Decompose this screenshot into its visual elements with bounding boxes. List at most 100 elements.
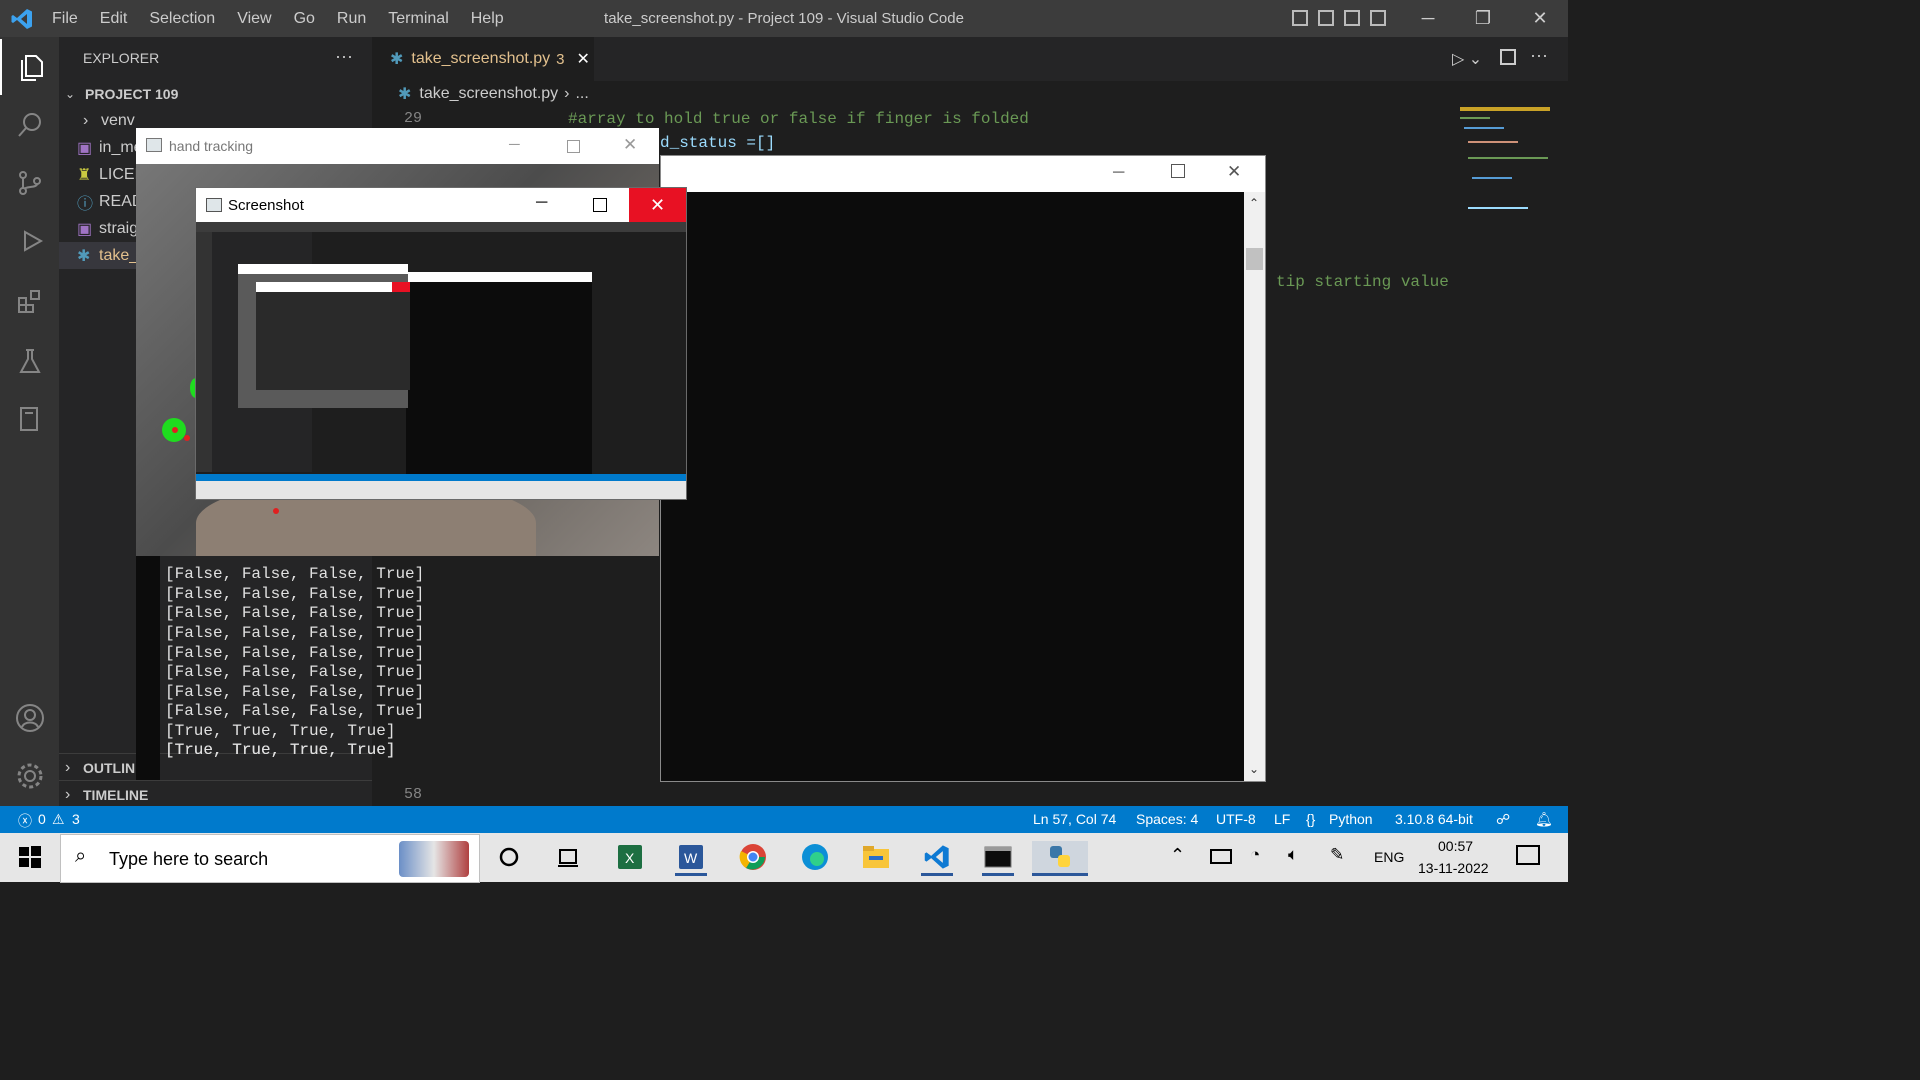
- menu-edit[interactable]: Edit: [100, 10, 128, 28]
- console-line: [False, False, False, True]: [165, 624, 425, 642]
- run-debug-icon[interactable]: [0, 213, 59, 269]
- project-folder[interactable]: ⌄ PROJECT 109: [59, 80, 372, 107]
- breadcrumb-more[interactable]: ...: [575, 85, 588, 103]
- explorer-icon[interactable]: [0, 39, 61, 95]
- problems-badge: 3: [556, 50, 565, 68]
- close-tab-icon[interactable]: ✕: [577, 49, 590, 69]
- info-icon: ⓘ: [77, 195, 94, 213]
- menu-help[interactable]: Help: [471, 10, 504, 28]
- python-taskbar-icon[interactable]: [1032, 841, 1088, 876]
- menu-terminal[interactable]: Terminal: [388, 10, 448, 28]
- hand-tracking-title: hand tracking: [169, 138, 254, 154]
- indentation[interactable]: Spaces: 4: [1136, 811, 1198, 827]
- toggle-secondary-sidebar-icon[interactable]: [1344, 10, 1360, 26]
- tree-item-label: straig: [99, 219, 139, 237]
- python-console-window[interactable]: ─ ✕ ⌃ ⌄: [660, 155, 1266, 782]
- file-explorer-icon[interactable]: [860, 841, 892, 873]
- show-hidden-icons[interactable]: ⌃: [1170, 845, 1185, 866]
- customize-layout-icon[interactable]: [1370, 10, 1386, 26]
- minimize-button[interactable]: ─: [1403, 0, 1453, 37]
- clock-date[interactable]: 13-11-2022: [1418, 860, 1489, 876]
- language-mode[interactable]: Python: [1329, 811, 1373, 827]
- cortana-icon[interactable]: [493, 841, 525, 873]
- console-output: [False, False, False, True] [False, Fals…: [160, 545, 580, 767]
- close-button[interactable]: ✕: [1515, 0, 1565, 37]
- minimize-button[interactable]: ─: [1113, 164, 1124, 182]
- maximize-button[interactable]: [593, 198, 607, 212]
- taskbar-search-box[interactable]: ⌕ Type here to search: [60, 834, 480, 883]
- tab-take-screenshot[interactable]: ✱ take_screenshot.py 3 ✕: [372, 37, 594, 81]
- maximize-button[interactable]: [567, 140, 580, 153]
- errors-icon[interactable]: ⓧ: [18, 811, 32, 831]
- volume-icon[interactable]: 🔈︎: [1288, 845, 1298, 865]
- task-view-icon[interactable]: [552, 841, 584, 873]
- close-button[interactable]: ✕: [623, 135, 637, 155]
- cursor-position[interactable]: Ln 57, Col 74: [1033, 811, 1116, 827]
- scroll-up-icon[interactable]: ⌃: [1249, 196, 1259, 210]
- manage-gear-icon[interactable]: [0, 748, 59, 804]
- menu-run[interactable]: Run: [337, 10, 366, 28]
- more-actions-icon[interactable]: ···: [335, 46, 353, 67]
- app-icon: [206, 198, 222, 212]
- vscode-taskbar-icon[interactable]: [921, 841, 953, 876]
- excel-icon[interactable]: X: [614, 841, 646, 873]
- chevron-right-icon: ›: [65, 758, 71, 776]
- windows-start-icon[interactable]: [14, 841, 46, 873]
- source-control-icon[interactable]: [0, 155, 59, 211]
- mini-taskbar: [196, 481, 686, 499]
- minimize-button[interactable]: ─: [509, 136, 520, 153]
- close-button[interactable]: ✕: [629, 188, 686, 222]
- python-interpreter[interactable]: 3.10.8 64-bit: [1395, 811, 1473, 827]
- word-icon[interactable]: W: [675, 841, 707, 876]
- scroll-thumb[interactable]: [1246, 248, 1263, 270]
- minimize-button[interactable]: ─: [536, 194, 547, 212]
- accounts-icon[interactable]: [0, 690, 59, 746]
- warning-icon[interactable]: ⚠: [52, 811, 65, 828]
- battery-icon[interactable]: [1210, 849, 1232, 864]
- encoding[interactable]: UTF-8: [1216, 811, 1256, 827]
- end-of-line[interactable]: LF: [1274, 811, 1290, 827]
- search-icon[interactable]: [0, 97, 59, 153]
- menu-view[interactable]: View: [237, 10, 271, 28]
- braces-icon: {}: [1306, 811, 1316, 827]
- chrome-icon[interactable]: [737, 841, 769, 873]
- screenshot-window[interactable]: Screenshot ─ ✕: [195, 187, 687, 500]
- warnings-count[interactable]: 3: [72, 811, 80, 827]
- menu-file[interactable]: File: [52, 10, 78, 28]
- edge-icon[interactable]: [799, 841, 831, 873]
- maximize-button[interactable]: [1171, 164, 1185, 178]
- restore-button[interactable]: ❐: [1458, 0, 1508, 37]
- chevron-right-icon: ›: [65, 785, 71, 803]
- remote-explorer-icon[interactable]: [0, 391, 59, 447]
- menu-go[interactable]: Go: [294, 10, 315, 28]
- notification-center-icon[interactable]: [1516, 845, 1540, 865]
- activity-bar: [0, 37, 59, 806]
- close-button[interactable]: ✕: [1227, 162, 1241, 182]
- command-prompt-icon[interactable]: [982, 841, 1014, 876]
- breadcrumb-file[interactable]: take_screenshot.py: [419, 85, 558, 103]
- testing-icon[interactable]: [0, 333, 59, 389]
- console-line: [True, True, True, True]: [165, 722, 396, 740]
- vscode-logo-icon: [10, 7, 34, 31]
- extensions-icon[interactable]: [0, 273, 59, 329]
- pen-icon[interactable]: ✎: [1330, 845, 1344, 865]
- split-editor-icon[interactable]: [1500, 49, 1516, 65]
- timeline-section[interactable]: › TIMELINE: [59, 780, 372, 808]
- mini-close-button: [392, 282, 410, 292]
- input-language[interactable]: ENG: [1374, 849, 1404, 865]
- scroll-down-icon[interactable]: ⌄: [1249, 762, 1259, 776]
- clock-time[interactable]: 00:57: [1438, 838, 1473, 854]
- notifications-bell-icon[interactable]: 🔔︎: [1535, 811, 1553, 828]
- menu-selection[interactable]: Selection: [149, 10, 215, 28]
- console-line: [False, False, False, True]: [165, 604, 425, 622]
- run-python-icon[interactable]: ▷ ⌄: [1452, 49, 1482, 69]
- errors-count[interactable]: 0: [38, 811, 46, 827]
- editor-more-icon[interactable]: ···: [1530, 45, 1548, 66]
- toggle-sidebar-icon[interactable]: [1292, 10, 1308, 26]
- console-line: [False, False, False, True]: [165, 565, 425, 583]
- feedback-icon[interactable]: ☍: [1496, 811, 1510, 828]
- console-title-bar: ─ ✕: [661, 156, 1265, 192]
- wifi-icon[interactable]: ◔: [1250, 845, 1260, 865]
- toggle-panel-icon[interactable]: [1318, 10, 1334, 26]
- console-scrollbar[interactable]: ⌃ ⌄: [1244, 192, 1265, 781]
